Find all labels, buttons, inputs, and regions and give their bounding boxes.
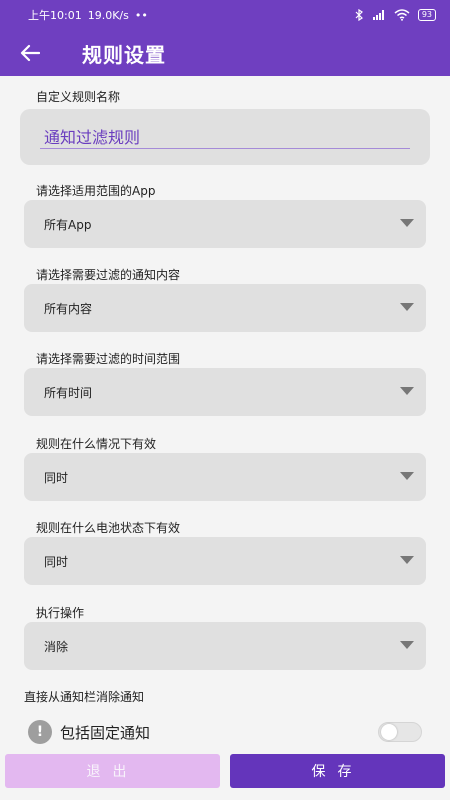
content-filter-select[interactable]: 所有内容 <box>24 284 426 332</box>
app-scope-label: 请选择适用范围的App <box>36 184 156 198</box>
content-filter-value: 所有内容 <box>44 302 93 316</box>
action-label: 执行操作 <box>36 606 85 620</box>
content-filter-label: 请选择需要过滤的通知内容 <box>36 268 181 282</box>
dropdown-arrow-icon <box>400 387 414 395</box>
condition-value: 同时 <box>44 471 69 485</box>
dropdown-arrow-icon <box>400 641 414 649</box>
arrow-back-icon <box>20 44 40 62</box>
dropdown-arrow-icon <box>400 472 414 480</box>
rule-name-underline <box>40 148 410 149</box>
app-scope-select[interactable]: 所有App <box>24 200 426 248</box>
rule-settings-form: 自定义规则名称 通知过滤规则 请选择适用范围的App 所有App 请选择需要过滤… <box>0 76 450 752</box>
action-select[interactable]: 消除 <box>24 622 426 670</box>
include-fixed-row: ! 包括固定通知 <box>28 717 422 747</box>
notification-dots-icon: •• <box>134 8 148 22</box>
condition-label: 规则在什么情况下有效 <box>36 437 157 451</box>
battery-icon: 93 <box>417 9 436 21</box>
rule-name-field[interactable]: 通知过滤规则 <box>20 109 430 165</box>
include-fixed-toggle[interactable] <box>378 722 422 742</box>
back-button[interactable] <box>0 30 60 76</box>
network-speed: 19.0K/s <box>87 8 129 22</box>
save-button[interactable]: 保存 <box>230 754 445 788</box>
rule-name-value: 通知过滤规则 <box>44 128 141 147</box>
time-range-value: 所有时间 <box>44 386 93 400</box>
time-range-label: 请选择需要过滤的时间范围 <box>36 352 181 366</box>
status-bar: 上午10:01 19.0K/s •• 93 <box>0 0 450 30</box>
bottom-action-bar: 退出 保存 <box>0 752 450 792</box>
action-value: 消除 <box>44 640 69 654</box>
exit-button[interactable]: 退出 <box>5 754 220 788</box>
dropdown-arrow-icon <box>400 219 414 227</box>
battery-state-select[interactable]: 同时 <box>24 537 426 585</box>
bluetooth-icon <box>354 9 364 21</box>
condition-select[interactable]: 同时 <box>24 453 426 501</box>
page-title: 规则设置 <box>82 42 166 67</box>
signal-icon <box>372 9 386 21</box>
dropdown-arrow-icon <box>400 556 414 564</box>
clock: 上午10:01 <box>28 9 82 22</box>
include-fixed-label: 包括固定通知 <box>60 723 151 742</box>
wifi-icon <box>394 9 410 21</box>
app-scope-value: 所有App <box>44 218 92 232</box>
rule-name-label: 自定义规则名称 <box>36 90 121 104</box>
dropdown-arrow-icon <box>400 303 414 311</box>
info-icon: ! <box>28 720 52 744</box>
toggle-knob <box>381 724 397 740</box>
battery-state-label: 规则在什么电池状态下有效 <box>36 521 181 535</box>
battery-state-value: 同时 <box>44 555 69 569</box>
time-range-select[interactable]: 所有时间 <box>24 368 426 416</box>
app-bar: 规则设置 <box>0 30 450 76</box>
dismiss-section-title: 直接从通知栏消除通知 <box>24 690 145 704</box>
